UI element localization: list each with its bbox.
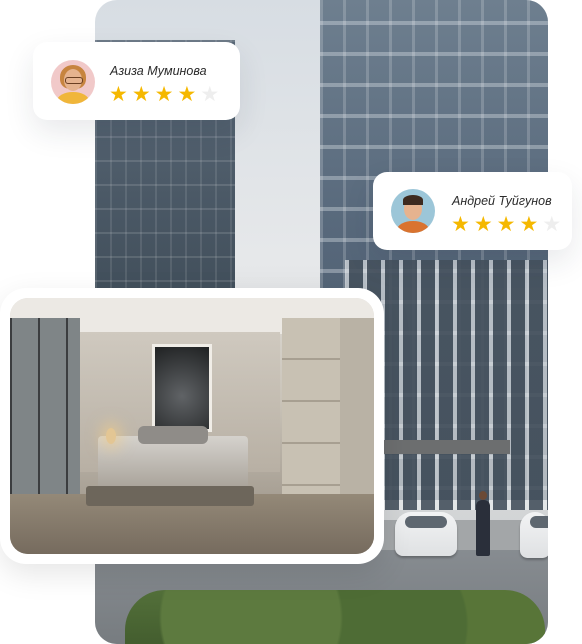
star-icon: ★ bbox=[473, 213, 493, 236]
reviewer-name: Андрей Туйгунов bbox=[452, 194, 552, 208]
window-wall bbox=[10, 318, 80, 508]
star-rating: ★ ★ ★ ★ ★ bbox=[451, 214, 561, 235]
star-icon: ★ bbox=[177, 83, 197, 106]
star-icon: ★ bbox=[542, 213, 562, 236]
star-icon: ★ bbox=[131, 83, 151, 106]
white-car-partial bbox=[520, 512, 548, 558]
star-icon: ★ bbox=[109, 83, 128, 106]
star-icon: ★ bbox=[200, 83, 220, 106]
star-icon: ★ bbox=[519, 213, 539, 236]
review-card: Андрей Туйгунов ★ ★ ★ ★ ★ bbox=[373, 172, 572, 250]
avatar-hair bbox=[403, 195, 423, 205]
pedestrian bbox=[476, 491, 490, 556]
review-card: Азиза Муминова ★ ★ ★ ★ ★ bbox=[33, 42, 240, 120]
star-rating: ★ ★ ★ ★ ★ bbox=[109, 84, 219, 105]
glasses-icon bbox=[65, 77, 83, 84]
avatar bbox=[391, 189, 435, 233]
star-icon: ★ bbox=[451, 213, 470, 236]
white-car bbox=[395, 512, 457, 556]
shrubs bbox=[125, 590, 545, 644]
avatar bbox=[51, 60, 95, 104]
avatar-shirt bbox=[397, 221, 429, 233]
interior-photo-card bbox=[0, 288, 384, 564]
entrance-canopy bbox=[370, 440, 510, 454]
wall-artwork bbox=[152, 344, 212, 432]
reviewer-name: Азиза Муминова bbox=[110, 64, 207, 78]
avatar-shirt bbox=[57, 92, 89, 104]
bench bbox=[86, 486, 254, 506]
bedside-lamp bbox=[106, 428, 116, 444]
pillows bbox=[138, 426, 208, 444]
bedroom-interior-photo bbox=[10, 298, 374, 554]
star-icon: ★ bbox=[496, 213, 516, 236]
star-icon: ★ bbox=[154, 83, 174, 106]
